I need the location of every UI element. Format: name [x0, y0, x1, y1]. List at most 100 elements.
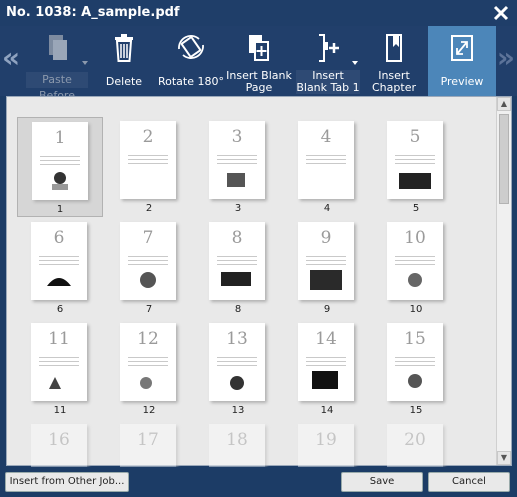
insert-blank-tab-button[interactable]: Insert Blank Tab 1: [294, 26, 362, 96]
window-title: No. 1038: A_sample.pdf: [6, 5, 180, 20]
page-thumbnail[interactable]: 10 10: [373, 218, 459, 318]
page-thumbnail[interactable]: 99: [284, 218, 370, 318]
page-number-label: 15: [409, 405, 423, 416]
page-thumbnail[interactable]: 12 12: [106, 319, 192, 419]
insert-page-icon: [249, 35, 269, 61]
insert-chapter-button[interactable]: Insert Chapter: [364, 26, 424, 96]
page-image: 11: [31, 323, 87, 401]
insert-chapter-label: Insert Chapter: [372, 69, 416, 94]
page-illustration: [140, 377, 152, 389]
save-button[interactable]: Save: [341, 472, 423, 492]
page-illustration: [47, 278, 71, 286]
insert-blank-page-button[interactable]: Insert Blank Page: [226, 26, 292, 96]
page-illustration: [227, 173, 245, 187]
page-thumbnail[interactable]: 88: [195, 218, 281, 318]
scroll-right-icon[interactable]: »: [497, 44, 515, 72]
trash-icon: [115, 34, 133, 62]
page-number-art: 7: [142, 228, 154, 248]
insert-from-other-job-button[interactable]: Insert from Other Job...: [5, 472, 129, 492]
page-number-art: 2: [142, 127, 154, 147]
page-number-label: 9: [323, 304, 331, 315]
page-illustration: [221, 272, 251, 286]
page-thumbnail[interactable]: 11: [17, 117, 103, 217]
preview-icon: [451, 35, 473, 61]
delete-label: Delete: [105, 75, 143, 88]
toolbar: « Paste Before Delete Rotate 180° Insert…: [0, 26, 517, 102]
page-image: 5: [387, 121, 443, 199]
page-number-art: 4: [320, 127, 332, 147]
page-number-label: 7: [145, 304, 153, 315]
page-image: 12: [120, 323, 176, 401]
page-image: 9: [298, 222, 354, 300]
page-thumbnail[interactable]: 15 15: [373, 319, 459, 419]
insert-blank-tab-label: Insert Blank Tab 1: [296, 69, 360, 94]
page-thumbnail[interactable]: 22: [106, 117, 192, 217]
paste-icon: [49, 35, 67, 60]
page-thumbnail[interactable]: 77: [106, 218, 192, 318]
rotate-icon: [178, 35, 204, 59]
insert-blank-page-label: Insert Blank Page: [226, 69, 292, 94]
page-image: 7: [120, 222, 176, 300]
page-number-label: 5: [412, 203, 420, 214]
paste-before-button[interactable]: Paste Before: [24, 26, 90, 102]
close-icon[interactable]: [491, 3, 511, 23]
rotate-label: Rotate 180°: [157, 75, 224, 88]
page-illustration: [310, 270, 342, 290]
page-number-art: 17: [137, 430, 159, 450]
preview-button[interactable]: Preview: [428, 26, 496, 96]
page-number-art: 3: [231, 127, 243, 147]
page-illustration: [312, 371, 338, 389]
title-bar: No. 1038: A_sample.pdf: [0, 0, 517, 26]
page-thumbnail[interactable]: 14 14: [284, 319, 370, 419]
page-illustration: [399, 173, 431, 189]
page-image: 1: [32, 122, 88, 200]
page-number-label: 12: [142, 405, 156, 416]
scrollbar-thumb[interactable]: [499, 114, 509, 204]
page-number-art: 18: [226, 430, 248, 450]
page-number-label: 8: [234, 304, 242, 315]
page-thumbnail[interactable]: 11 11: [17, 319, 103, 419]
page-number-label: 3: [234, 203, 242, 214]
vertical-scrollbar[interactable]: ▲ ▼: [496, 97, 511, 465]
delete-button[interactable]: Delete: [96, 26, 152, 96]
page-illustration: [408, 374, 422, 388]
page-number-art: 9: [320, 228, 332, 248]
page-thumbnail[interactable]: 44: [284, 117, 370, 217]
page-number-art: 5: [409, 127, 421, 147]
page-thumbnail[interactable]: 13 13: [195, 319, 281, 419]
page-thumbnail[interactable]: 55: [373, 117, 459, 217]
footer: Insert from Other Job... Save Cancel: [0, 467, 517, 497]
page-number-label: 4: [323, 203, 331, 214]
page-number-art: 10: [404, 228, 426, 248]
paste-before-label: Paste Before: [26, 72, 88, 102]
page-number-art: 15: [404, 329, 426, 349]
page-illustration: [140, 272, 156, 288]
page-number-label: 1: [56, 204, 64, 215]
scroll-left-icon[interactable]: «: [2, 44, 20, 72]
page-image: 8: [209, 222, 265, 300]
page-number-label: 6: [56, 304, 64, 315]
page-number-art: 14: [315, 329, 337, 349]
page-thumbnail[interactable]: 66: [17, 218, 103, 318]
page-illustration: [408, 273, 422, 287]
chapter-icon: [386, 34, 402, 62]
page-number-art: 11: [48, 329, 70, 349]
page-image: 10: [387, 222, 443, 300]
page-illustration: [52, 172, 68, 190]
page-thumbnail[interactable]: 33: [195, 117, 281, 217]
page-image: 4: [298, 121, 354, 199]
scroll-down-icon[interactable]: ▼: [497, 451, 511, 465]
cancel-button[interactable]: Cancel: [428, 472, 510, 492]
page-number-label: 13: [231, 405, 245, 416]
page-number-art: 12: [137, 329, 159, 349]
rotate-button[interactable]: Rotate 180°: [156, 26, 226, 96]
page-number-art: 1: [54, 128, 66, 148]
page-image: 15: [387, 323, 443, 401]
scroll-up-icon[interactable]: ▲: [497, 97, 511, 111]
page-illustration: [49, 377, 61, 389]
page-image: 14: [298, 323, 354, 401]
page-number-art: 13: [226, 329, 248, 349]
page-illustration: [230, 376, 244, 390]
page-image: 2: [120, 121, 176, 199]
page-number-label: 14: [320, 405, 334, 416]
